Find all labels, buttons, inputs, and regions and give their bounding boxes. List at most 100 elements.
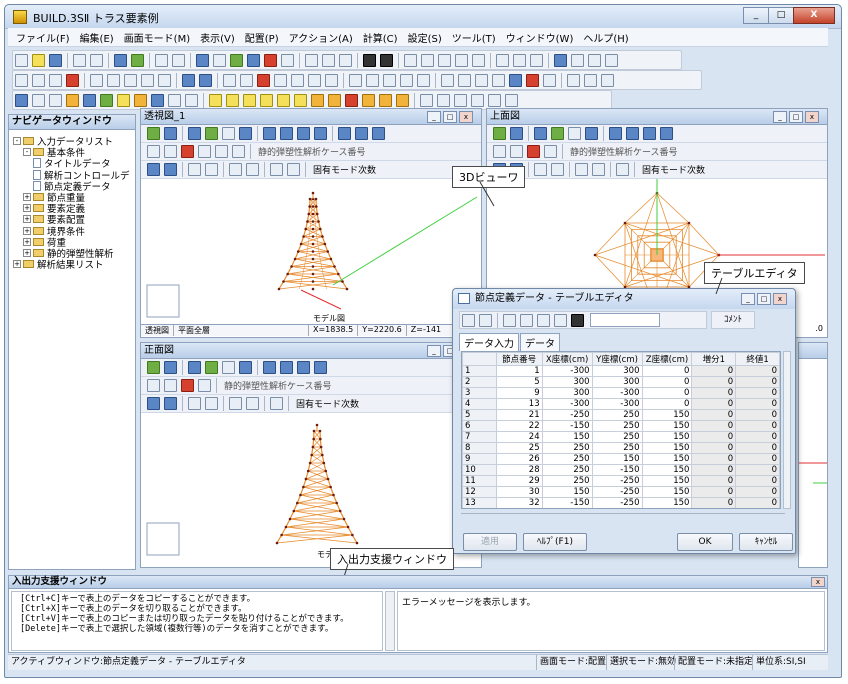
load-icon[interactable]	[15, 93, 28, 107]
material-icon[interactable]	[124, 73, 137, 87]
node-icon[interactable]	[49, 73, 62, 87]
frame-e-icon[interactable]	[215, 145, 228, 158]
table-cell[interactable]: 21	[495, 409, 543, 421]
perspective-case-label[interactable]: 静的弾塑性解析ケース番号	[258, 145, 366, 158]
text-icon[interactable]	[571, 53, 584, 67]
table-row[interactable]: 7 24 150 250 150 0 0	[462, 431, 780, 443]
table-cell[interactable]: 0	[735, 376, 780, 388]
table-cell[interactable]: 150	[541, 431, 593, 443]
layout-icon[interactable]	[305, 53, 318, 67]
front-mode-label[interactable]: 固有モード次数	[296, 397, 359, 410]
table-cell[interactable]: 150	[641, 464, 693, 476]
column-header[interactable]: Y座標(cm)	[591, 352, 643, 366]
sort-asc-icon[interactable]	[188, 163, 201, 176]
tool6-icon[interactable]	[526, 73, 539, 87]
table-cell[interactable]: 0	[691, 376, 737, 388]
delete-icon[interactable]	[66, 73, 79, 87]
element-icon[interactable]	[141, 73, 154, 87]
table-cell[interactable]: 300	[541, 376, 593, 388]
table-cell[interactable]: 0	[735, 409, 780, 421]
menu-window[interactable]: ウィンドウ(W)	[506, 30, 574, 45]
table-cell[interactable]: 300	[591, 376, 643, 388]
column-header[interactable]: 増分1	[691, 352, 737, 366]
zoom-icon[interactable]	[188, 127, 201, 140]
bolt5-icon[interactable]	[277, 93, 290, 107]
table-cell[interactable]: 0	[735, 442, 780, 454]
table-cell[interactable]: 150	[641, 475, 693, 487]
front-solid-icon[interactable]	[147, 397, 160, 410]
top-zoom-in-icon[interactable]	[551, 127, 564, 140]
close-button[interactable]: X	[793, 7, 835, 24]
table-cell[interactable]: 30	[495, 486, 543, 498]
fit-view-icon[interactable]	[239, 127, 252, 140]
top-case-label[interactable]: 静的弾塑性解析ケース番号	[570, 145, 678, 158]
table-cell[interactable]: 0	[641, 376, 693, 388]
expand-toggle-icon[interactable]: +	[23, 237, 31, 246]
table-cell[interactable]: 26	[495, 453, 543, 465]
load6-icon[interactable]	[134, 93, 147, 107]
new-icon[interactable]	[15, 53, 28, 67]
pin-icon[interactable]	[49, 93, 62, 107]
frame2-icon[interactable]	[240, 73, 253, 87]
bolt11-icon[interactable]	[379, 93, 392, 107]
table-cell[interactable]: -250	[542, 509, 592, 510]
frame-f-icon[interactable]	[232, 145, 245, 158]
table-cell[interactable]: 250	[541, 464, 593, 476]
table-cell[interactable]: 0	[735, 453, 780, 465]
redo-icon[interactable]	[90, 53, 103, 67]
table-cell[interactable]: 0	[691, 442, 737, 454]
menu-view[interactable]: 表示(V)	[200, 30, 235, 45]
zoom-in-icon[interactable]	[205, 127, 218, 140]
table-cell[interactable]: -150	[541, 420, 593, 432]
table-row[interactable]: 1433-250-25015000	[463, 509, 780, 510]
mode-icon[interactable]	[270, 163, 283, 176]
expand-toggle-icon[interactable]: +	[23, 193, 31, 201]
frame4-icon[interactable]	[274, 73, 287, 87]
expand-toggle-icon[interactable]: -	[23, 148, 31, 157]
top-frame-b-icon[interactable]	[510, 145, 523, 158]
front-frame-b-icon[interactable]	[164, 379, 177, 392]
table-cell[interactable]: 25	[495, 442, 543, 454]
front-rotate3-icon[interactable]	[297, 361, 310, 374]
rotate1-icon[interactable]	[263, 127, 276, 140]
bolt6-icon[interactable]	[294, 93, 307, 107]
table-cell[interactable]: -150	[591, 464, 643, 476]
list-icon[interactable]	[588, 53, 601, 67]
table-row[interactable]: 13 32 -150 -250 150 0 0	[462, 497, 780, 508]
front-zoom-icon[interactable]	[188, 361, 201, 374]
frame3-icon[interactable]	[257, 73, 270, 87]
load8-icon[interactable]	[168, 93, 181, 107]
editor-title[interactable]: 節点定義データ - テーブルエディタ _ □ x	[453, 289, 795, 309]
front-zoom-out-icon[interactable]	[222, 361, 235, 374]
table-cell[interactable]: 24	[495, 431, 543, 443]
front-mode-icon[interactable]	[270, 397, 283, 410]
disabled5-icon[interactable]	[488, 93, 501, 107]
top-rotate-icon[interactable]	[609, 127, 622, 140]
front-solid2-icon[interactable]	[164, 397, 177, 410]
load4-icon[interactable]	[100, 93, 113, 107]
table-cell[interactable]: 0	[691, 453, 737, 465]
table-cell[interactable]: 250	[541, 442, 593, 454]
apply-button[interactable]: 適用	[463, 533, 517, 551]
yz-icon[interactable]	[164, 127, 177, 140]
grid-icon[interactable]	[155, 53, 168, 67]
front-frame-a-icon[interactable]	[147, 379, 160, 392]
table-cell[interactable]: 13	[495, 398, 543, 410]
table-cell[interactable]: 250	[591, 431, 643, 443]
top-minimize-button[interactable]: _	[773, 111, 787, 123]
front-zoom-in-icon[interactable]	[205, 361, 218, 374]
table-cell[interactable]: 150	[541, 486, 593, 498]
plus-icon[interactable]	[366, 73, 379, 87]
table-row[interactable]: 6 22 -150 250 150 0 0	[462, 420, 780, 432]
table-cell[interactable]: 0	[691, 420, 737, 432]
bolt-icon[interactable]	[209, 93, 222, 107]
report-icon[interactable]	[554, 53, 567, 67]
table-cell[interactable]: 1	[495, 365, 543, 377]
rotate2-icon[interactable]	[280, 127, 293, 140]
table-cell[interactable]: 0	[641, 387, 693, 399]
table-cell[interactable]: 150	[641, 486, 693, 498]
beam-icon[interactable]	[455, 53, 468, 67]
column-header[interactable]: 節点番号	[495, 352, 543, 366]
solid-icon[interactable]	[199, 73, 212, 87]
paste-special-icon[interactable]	[554, 313, 567, 327]
